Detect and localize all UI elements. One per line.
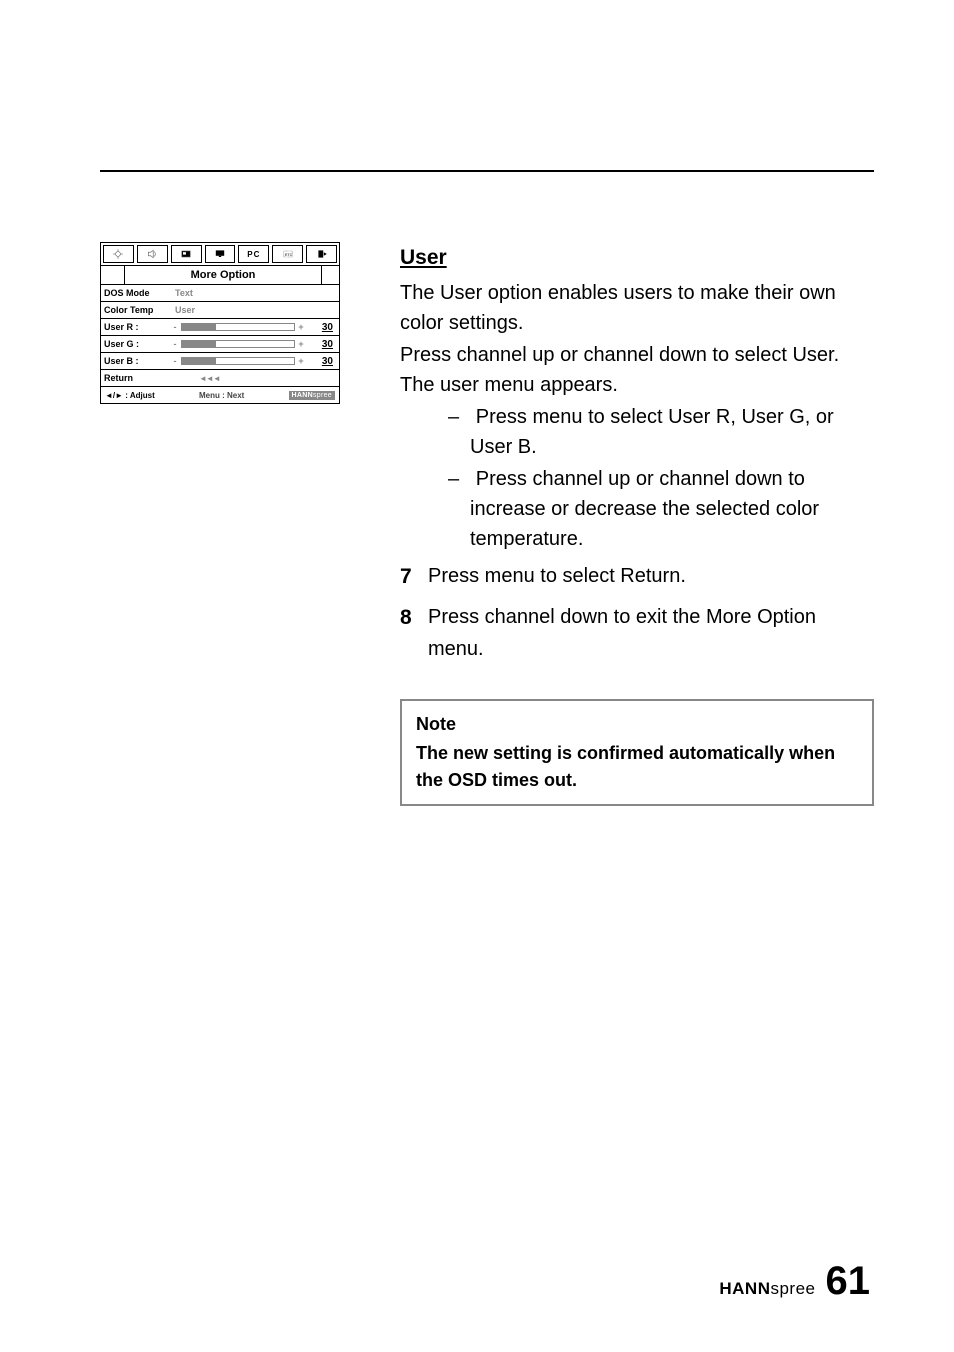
brightness-tab-icon — [103, 245, 134, 263]
page-number: 61 — [826, 1259, 871, 1304]
user-description-2: Press channel up or channel down to sele… — [400, 340, 874, 400]
return-label: Return — [101, 373, 171, 383]
osd-tab-bar: PC ETC — [101, 243, 339, 266]
osd-title: More Option — [125, 266, 321, 284]
image-tab-icon — [171, 245, 202, 263]
display-tab-icon — [205, 245, 236, 263]
note-body: The new setting is confirmed automatical… — [416, 740, 858, 794]
plus-icon: + — [297, 322, 305, 332]
user-b-row: User B : - + 30 — [101, 353, 339, 370]
footer-next: Menu : Next — [199, 391, 244, 400]
svg-text:ETC: ETC — [285, 253, 293, 257]
dash-item-1: Press menu to select User R, User G, or … — [424, 402, 874, 462]
footer-brand: HANNspree — [289, 391, 335, 400]
minus-icon: - — [171, 339, 179, 349]
osd-footer: ◄/► : Adjust Menu : Next HANNspree — [101, 387, 339, 403]
user-r-row: User R : - + 30 — [101, 319, 339, 336]
note-box: Note The new setting is confirmed automa… — [400, 699, 874, 806]
plus-icon: + — [297, 356, 305, 366]
dos-mode-value: Text — [171, 288, 193, 298]
minus-icon: - — [171, 356, 179, 366]
page-footer: HANNspree 61 — [719, 1259, 870, 1304]
user-g-value: 30 — [307, 339, 337, 350]
step-number-8: 8 — [400, 601, 420, 665]
step-text-8: Press channel down to exit the More Opti… — [428, 601, 874, 665]
step-text-7: Press menu to select Return. — [428, 560, 686, 594]
etc-tab-icon: ETC — [272, 245, 303, 263]
user-r-slider — [181, 323, 295, 331]
return-arrow-icon: ◄◄◄ — [171, 374, 220, 383]
user-b-value: 30 — [307, 356, 337, 367]
dash-item-2: Press channel up or channel down to incr… — [424, 464, 874, 554]
pc-tab: PC — [238, 245, 269, 263]
section-title-user: User — [400, 242, 874, 274]
user-g-row: User G : - + 30 — [101, 336, 339, 353]
return-row: Return ◄◄◄ — [101, 370, 339, 387]
osd-menu: PC ETC More Option DOS Mode Text Color T… — [100, 242, 340, 404]
user-g-slider — [181, 340, 295, 348]
dos-mode-label: DOS Mode — [101, 288, 171, 298]
user-b-slider — [181, 357, 295, 365]
user-r-label: User R : — [101, 322, 171, 332]
minus-icon: - — [171, 322, 179, 332]
exit-tab-icon — [306, 245, 337, 263]
color-temp-value: User — [171, 305, 195, 315]
color-temp-label: Color Temp — [101, 305, 171, 315]
brand-logo: HANNspree — [719, 1279, 815, 1299]
note-title: Note — [416, 711, 858, 738]
color-temp-row: Color Temp User — [101, 302, 339, 319]
plus-icon: + — [297, 339, 305, 349]
step-number-7: 7 — [400, 560, 420, 594]
user-g-label: User G : — [101, 339, 171, 349]
footer-adjust: ◄/► : Adjust — [105, 391, 155, 400]
user-r-value: 30 — [307, 322, 337, 333]
user-description-1: The User option enables users to make th… — [400, 278, 874, 338]
audio-tab-icon — [137, 245, 168, 263]
user-b-label: User B : — [101, 356, 171, 366]
dos-mode-row: DOS Mode Text — [101, 285, 339, 302]
